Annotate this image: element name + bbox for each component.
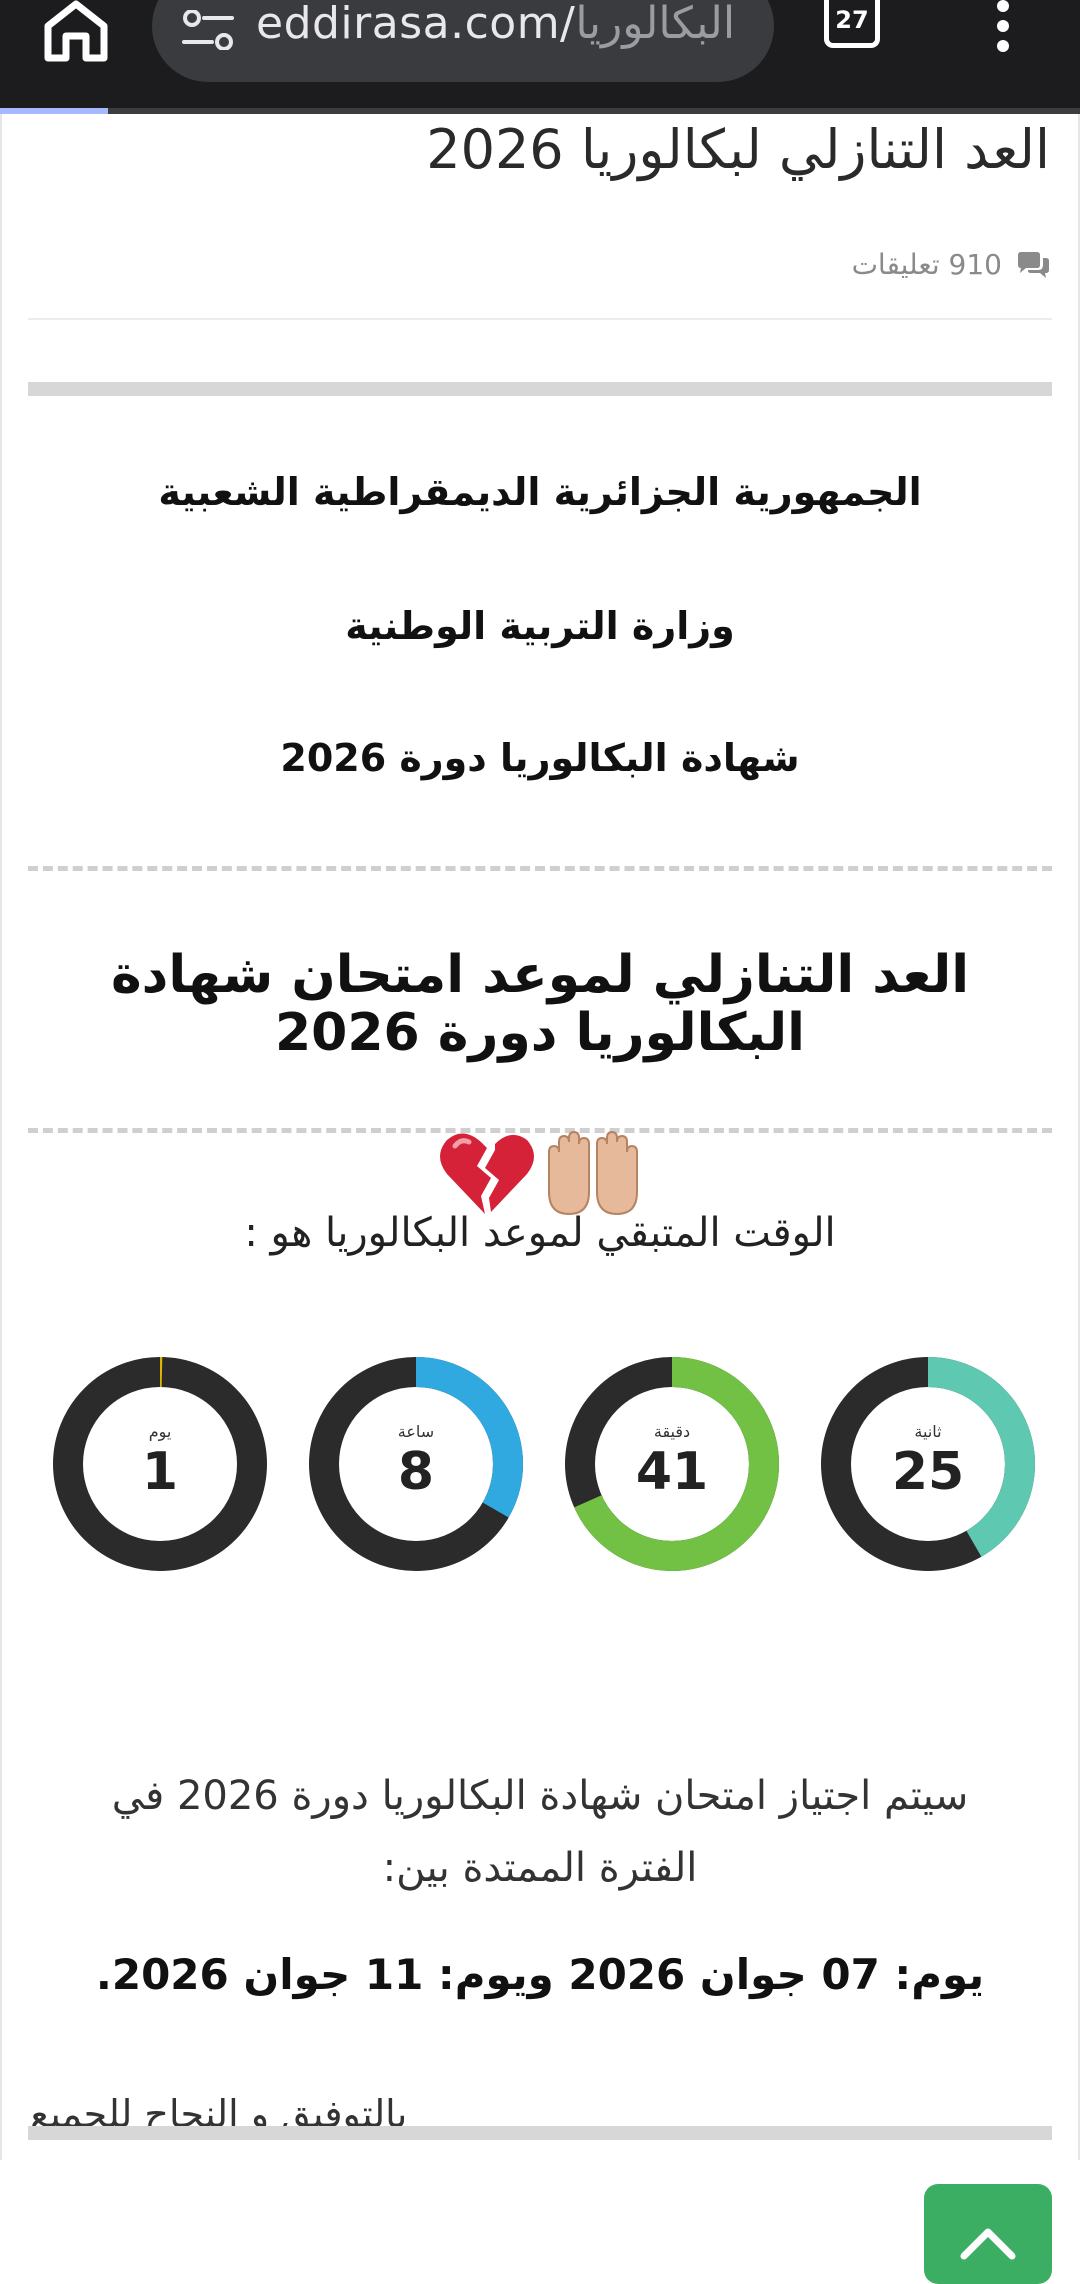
comments-icon <box>1018 251 1049 278</box>
ring-value: 41 <box>635 1442 709 1502</box>
ring-unit-label: ثانية <box>914 1422 942 1441</box>
exam-period-text: سيتم اجتياز امتحان شهادة البكالوريا دورة… <box>111 1773 969 1891</box>
certificate-heading: شهادة البكالوريا دورة 2026 <box>280 736 800 780</box>
minutes-ring: دقيقة 41 <box>562 1354 782 1574</box>
chevron-up-icon <box>960 2228 1016 2260</box>
broken-heart-icon <box>440 1133 534 1214</box>
post-title: العد التنازلي لبكالوريا 2026 <box>426 118 1050 181</box>
dashed-divider <box>28 866 1052 871</box>
hours-ring: ساعة 8 <box>306 1354 526 1574</box>
tabs-button[interactable]: 27 <box>824 0 880 48</box>
exam-dates: يوم: 07 جوان 2026 ويوم: 11 جوان 2026. <box>95 1950 985 1999</box>
article-page: العد التنازلي لبكالوريا 2026 910 تعليقات… <box>0 114 1080 2284</box>
back-to-top-button[interactable] <box>924 2184 1052 2284</box>
section-separator <box>28 2126 1052 2140</box>
section-separator <box>28 382 1052 396</box>
countdown-title: العد التنازلي لموعد امتحان شهادة البكالو… <box>110 945 970 1063</box>
raised-hands-icon <box>548 1130 638 1216</box>
ring-value: 1 <box>141 1442 179 1502</box>
days-ring: يوم 1 <box>50 1354 270 1574</box>
site-settings-icon[interactable] <box>182 10 234 50</box>
ring-unit-label: يوم <box>148 1422 172 1441</box>
ring-value: 8 <box>397 1442 435 1502</box>
ring-unit-label: دقيقة <box>653 1422 691 1441</box>
comments-count: 910 تعليقات <box>851 248 1002 281</box>
home-icon <box>44 0 108 62</box>
ministry-heading: وزارة التربية الوطنية <box>345 604 735 648</box>
home-button[interactable] <box>40 0 112 64</box>
comments-link[interactable]: 910 تعليقات <box>852 248 1050 281</box>
browser-toolbar: eddirasa.com/البكالوريا 27 <box>0 0 1080 114</box>
url-path: البكالوريا <box>575 0 736 49</box>
address-bar[interactable]: eddirasa.com/البكالوريا <box>152 0 774 82</box>
url-domain: eddirasa.com/ <box>256 0 576 49</box>
url-text[interactable]: eddirasa.com/البكالوريا <box>256 0 735 49</box>
tab-count: 27 <box>835 6 869 34</box>
ring-unit-label: ساعة <box>397 1422 435 1441</box>
ring-value: 25 <box>891 1442 965 1502</box>
republic-heading: الجمهورية الجزائرية الديمقراطية الشعبية <box>158 470 922 514</box>
seconds-ring: ثانية 25 <box>818 1354 1038 1574</box>
remaining-time-label: الوقت المتبقي لموعد البكالوريا هو : <box>244 1210 836 1256</box>
emoji-row <box>2 1122 1078 1222</box>
divider <box>28 318 1052 320</box>
more-menu-icon[interactable] <box>988 0 1018 60</box>
